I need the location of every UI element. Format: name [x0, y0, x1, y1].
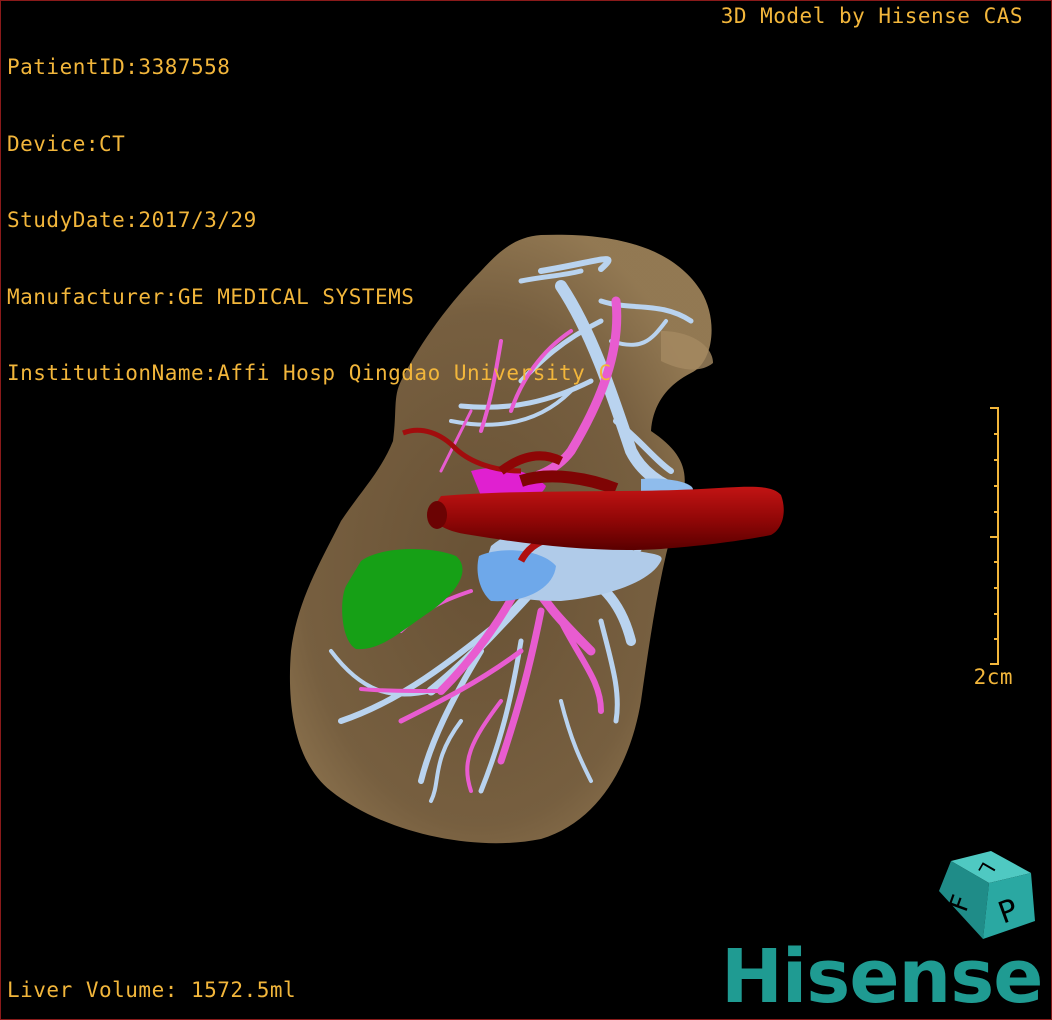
liver-volume-readout: Liver Volume: 1572.5ml	[7, 977, 297, 1002]
3d-viewer-viewport[interactable]: PatientID:3387558 Device:CT StudyDate:20…	[0, 0, 1052, 1020]
device-label: Device:CT	[7, 131, 126, 156]
model-credit: 3D Model by Hisense CAS	[720, 4, 1023, 28]
patient-id: PatientID:3387558	[7, 55, 231, 79]
study-date: StudyDate:2017/3/29	[7, 208, 257, 232]
aorta-end	[427, 501, 447, 529]
scale-label: 2cm	[973, 665, 1013, 689]
patient-info-block: PatientID:3387558 Device:CT StudyDate:20…	[7, 4, 612, 438]
institution-label: InstitutionName:Affi Hosp Qingdao Univer…	[7, 361, 612, 385]
manufacturer-label: Manufacturer:GE MEDICAL SYSTEMS	[7, 284, 415, 309]
scale-bar	[990, 407, 999, 665]
hisense-logo: Hisense	[721, 934, 1043, 1020]
